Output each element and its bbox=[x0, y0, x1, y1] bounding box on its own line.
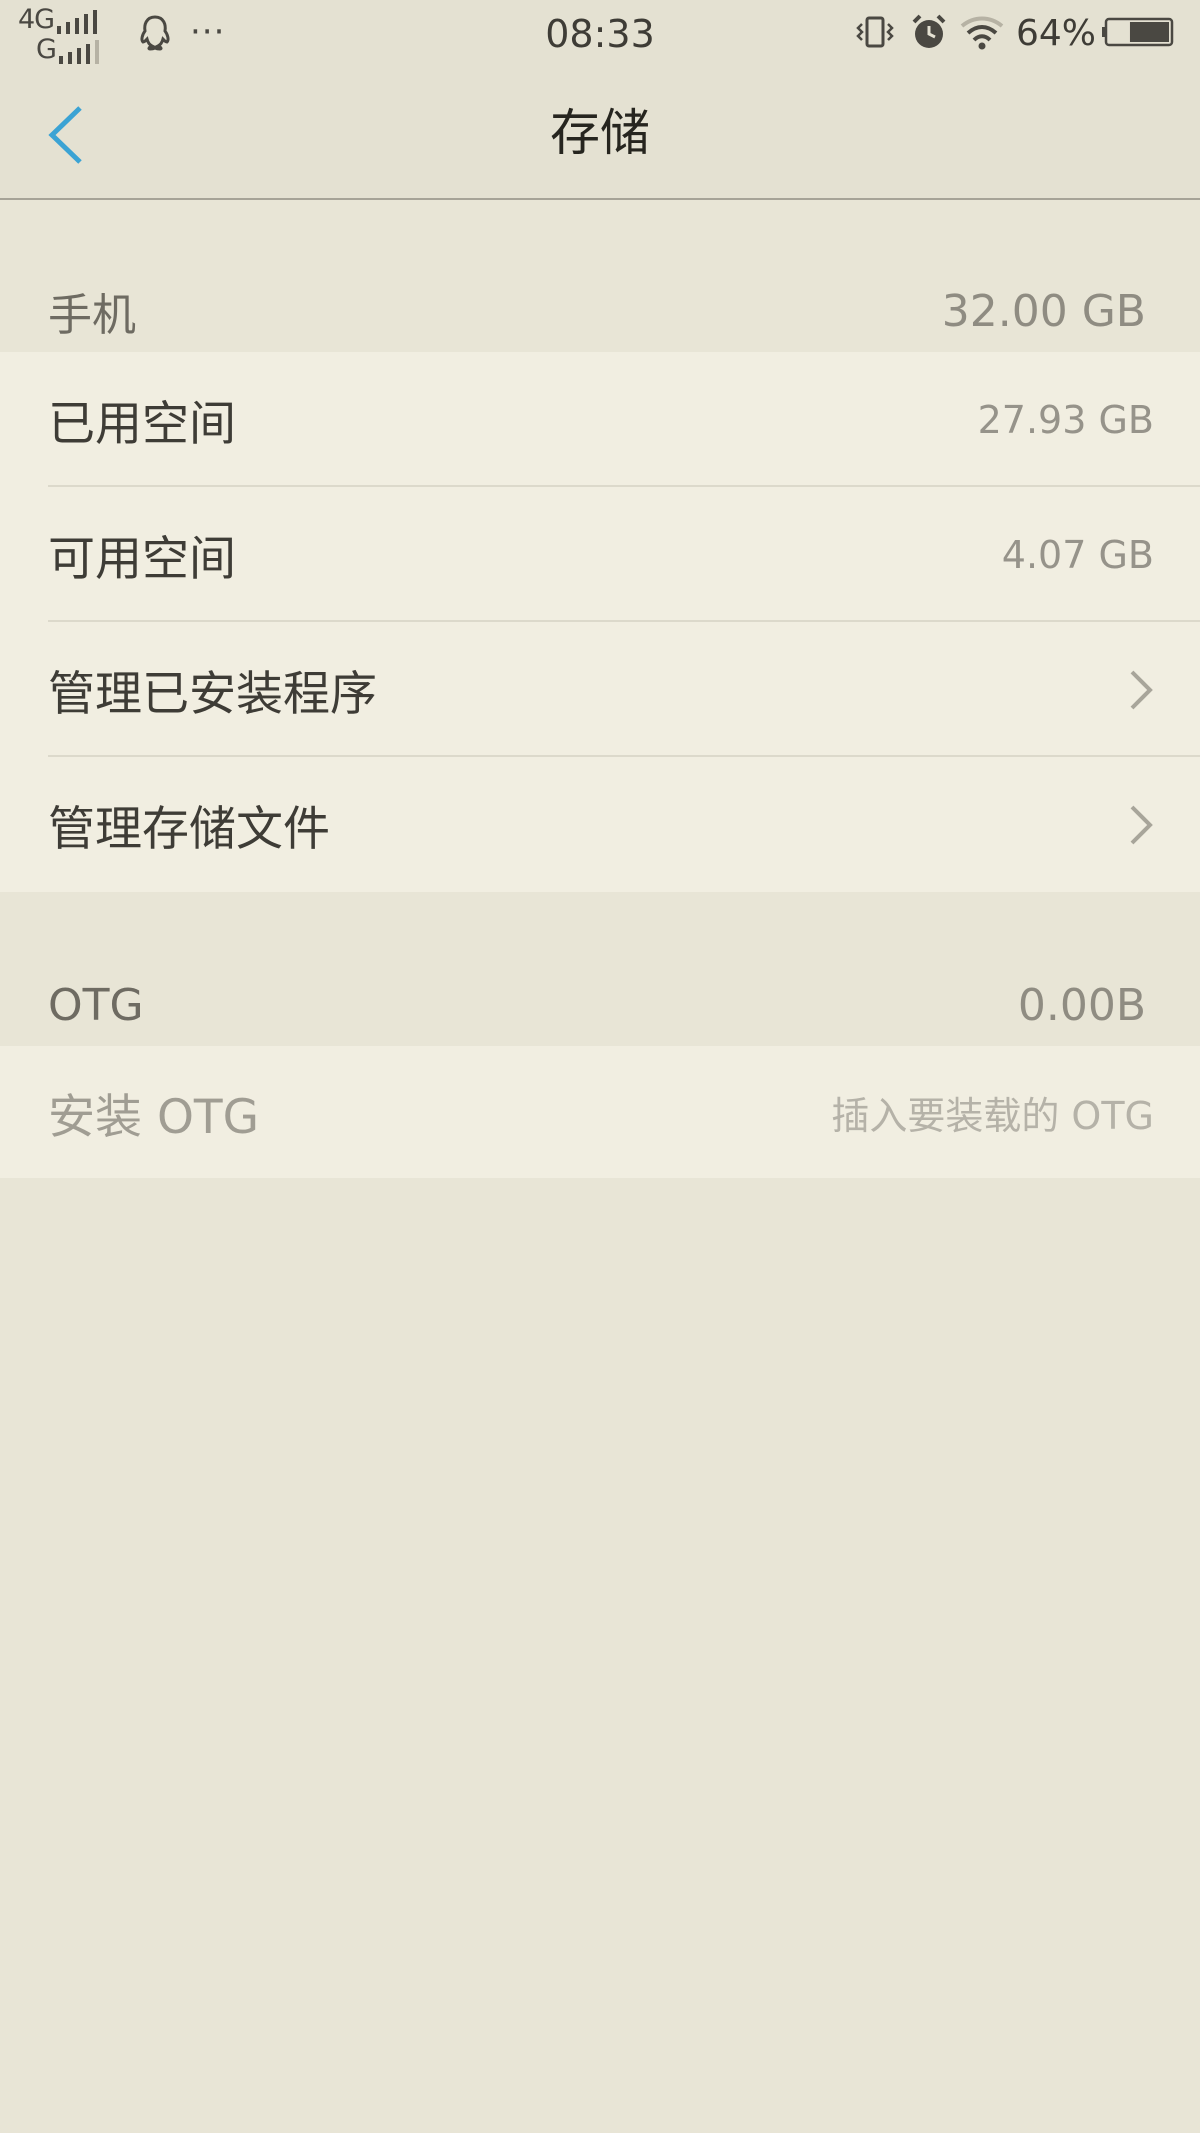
alarm-icon bbox=[912, 14, 946, 48]
manage-installed-apps-label: 管理已安装程序 bbox=[48, 667, 377, 722]
otg-group: 安装 OTG 插入要装载的 OTG bbox=[0, 1046, 1200, 1178]
otg-total-capacity: 0.00B bbox=[1017, 979, 1146, 1031]
manage-storage-files-label: 管理存储文件 bbox=[48, 802, 330, 857]
free-space-value: 4.07 GB bbox=[1001, 532, 1154, 577]
battery-icon bbox=[1102, 17, 1174, 47]
chevron-right-icon bbox=[1130, 670, 1153, 709]
manage-storage-files-row[interactable]: 管理存储文件 bbox=[0, 757, 1200, 892]
used-space-value: 27.93 GB bbox=[977, 397, 1154, 442]
phone-section-header: 手机 32.00 GB bbox=[0, 270, 1200, 352]
mount-otg-hint: 插入要装载的 OTG bbox=[831, 1093, 1154, 1138]
page-title: 存储 bbox=[550, 104, 650, 162]
phone-section-title: 手机 bbox=[48, 290, 136, 341]
navigation-bar: 存储 bbox=[0, 68, 1200, 200]
free-space-row: 可用空间 4.07 GB bbox=[0, 487, 1200, 622]
used-space-label: 已用空间 bbox=[48, 397, 236, 452]
wifi-icon bbox=[960, 16, 1004, 50]
used-space-row: 已用空间 27.93 GB bbox=[0, 352, 1200, 487]
otg-section-title: OTG bbox=[48, 979, 144, 1031]
mount-otg-label: 安装 OTG bbox=[48, 1089, 260, 1145]
phone-total-capacity: 32.00 GB bbox=[941, 285, 1146, 337]
manage-installed-apps-row[interactable]: 管理已安装程序 bbox=[0, 622, 1200, 757]
chevron-right-icon bbox=[1130, 805, 1153, 844]
mount-otg-row[interactable]: 安装 OTG 插入要装载的 OTG bbox=[0, 1046, 1200, 1178]
status-bar: 4G G ··· 08:33 64% bbox=[0, 0, 1200, 68]
battery-percent: 64% bbox=[1016, 13, 1097, 54]
vibrate-icon bbox=[856, 16, 894, 48]
otg-section-header: OTG 0.00B bbox=[0, 964, 1200, 1046]
free-space-label: 可用空间 bbox=[48, 532, 236, 587]
phone-storage-group: 已用空间 27.93 GB 可用空间 4.07 GB 管理已安装程序 管理存储文… bbox=[0, 352, 1200, 892]
